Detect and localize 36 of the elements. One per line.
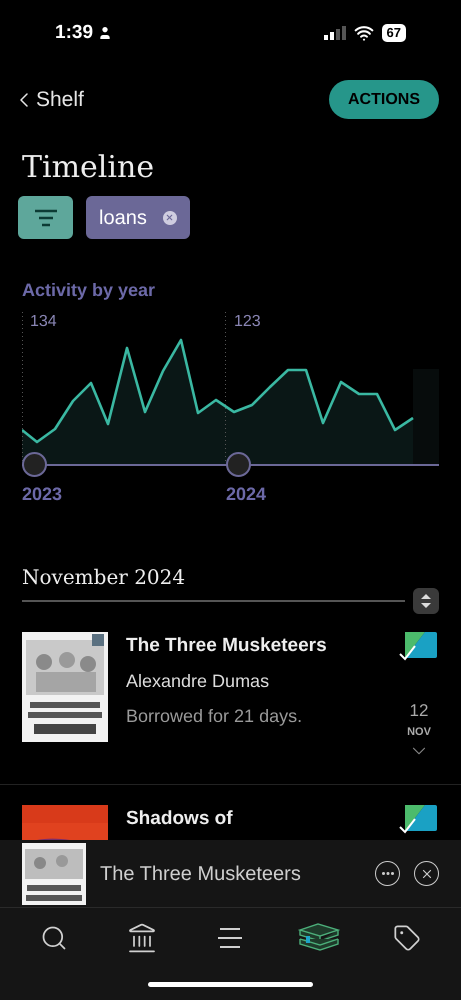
year-total: 123 [233,312,262,332]
loan-day: 12 [410,698,428,724]
remove-icon[interactable] [162,210,177,224]
activity-title: Activity by year [21,279,156,302]
month-heading: November 2024 [22,562,405,602]
filter-chip[interactable]: loans [86,196,190,239]
filter-button[interactable] [18,196,73,239]
tag-icon [392,924,421,952]
year-total: 134 [29,312,58,332]
sort-icon [421,594,431,608]
year-label: 2024 [226,483,266,506]
year-label: 2023 [22,483,62,506]
chip-label: loans [99,206,147,230]
search-icon [40,924,68,952]
loan-note: Borrowed for 21 days. [126,705,304,728]
year-marker[interactable] [22,452,47,477]
wifi-icon [354,23,374,43]
battery-level: 67 [382,24,406,42]
sort-toggle-button[interactable] [413,588,439,614]
book-title[interactable]: Shadows of [126,805,361,833]
filter-icon [34,208,58,226]
menu-icon [216,926,244,950]
clock-time: 1:39 [55,20,94,45]
book-title[interactable]: The Three Musketeers [126,632,361,660]
back-button[interactable]: Shelf [12,84,84,116]
page-title: Timeline [21,149,156,187]
actions-button[interactable]: ACTIONS [329,80,439,119]
more-icon [382,872,394,875]
year-marker[interactable] [226,452,251,477]
now-playing-title: The Three Musketeers [100,862,302,886]
loan-month: NOV [407,724,431,740]
close-button[interactable] [414,861,439,886]
more-button[interactable] [375,861,400,886]
book-author: Alexandre Dumas [126,670,270,693]
mini-player[interactable]: The Three Musketeers [0,840,461,908]
signal-icon [324,26,346,40]
